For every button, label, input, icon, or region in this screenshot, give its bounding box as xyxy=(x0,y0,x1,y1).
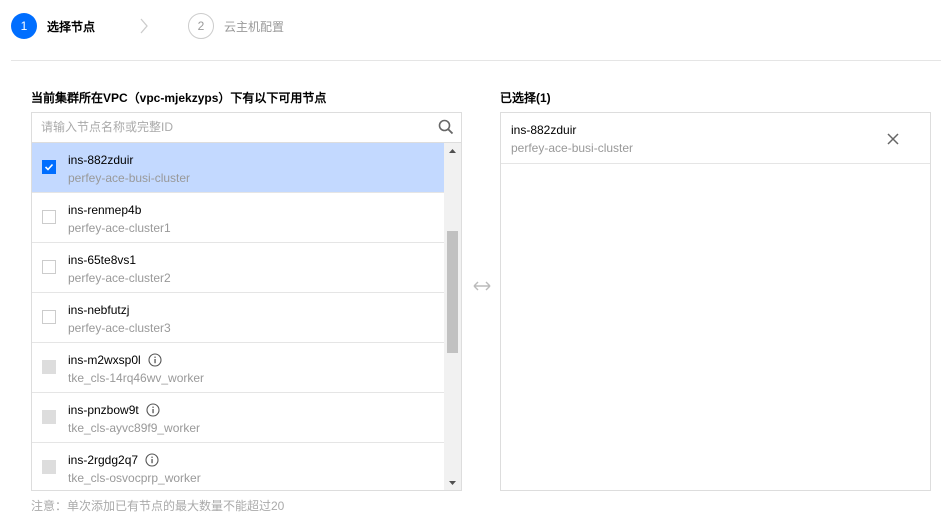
list-item: ins-m2wxsp0l tke_cls-14rq46wv_worker xyxy=(32,343,444,393)
step-2-label: 云主机配置 xyxy=(224,19,285,34)
step-indicator: 1 选择节点 2 云主机配置 xyxy=(11,12,284,40)
node-list: ins-882zduir perfey-ace-busi-cluster ins… xyxy=(32,143,444,490)
node-name: ins-renmep4b xyxy=(68,203,142,217)
swap-arrow-icon xyxy=(471,278,493,294)
list-scrollbar[interactable] xyxy=(444,143,461,490)
node-name-row: ins-m2wxsp0l xyxy=(68,353,162,367)
checkbox[interactable] xyxy=(42,260,56,274)
selected-item: ins-882zduir perfey-ace-busi-cluster xyxy=(501,113,930,164)
step-1-label: 选择节点 xyxy=(47,19,96,34)
node-name: ins-nebfutzj xyxy=(68,303,130,317)
selected-node-name: ins-882zduir xyxy=(511,123,577,137)
node-name-row: ins-2rgdg2q7 xyxy=(68,453,159,467)
available-nodes-panel: ins-882zduir perfey-ace-busi-cluster ins… xyxy=(31,112,462,491)
node-name: ins-2rgdg2q7 xyxy=(68,453,139,467)
node-name: ins-m2wxsp0l xyxy=(68,353,141,367)
node-cluster: perfey-ace-cluster1 xyxy=(68,221,171,235)
scroll-down-arrow-icon[interactable] xyxy=(444,474,461,490)
node-cluster: perfey-ace-cluster2 xyxy=(68,271,171,285)
node-cluster: tke_cls-14rq46wv_worker xyxy=(68,371,205,385)
info-icon[interactable] xyxy=(146,403,160,417)
checkbox-disabled xyxy=(42,360,56,374)
list-item: ins-2rgdg2q7 tke_cls-osvocprp_worker xyxy=(32,443,444,490)
scroll-thumb[interactable] xyxy=(447,231,458,353)
chevron-right-icon xyxy=(130,12,158,40)
scroll-up-arrow-icon[interactable] xyxy=(444,143,461,160)
node-cluster: tke_cls-osvocprp_worker xyxy=(68,471,201,485)
header-divider xyxy=(11,60,941,61)
node-cluster: perfey-ace-cluster3 xyxy=(68,321,171,335)
limit-note: 注意：单次添加已有节点的最大数量不能超过20 xyxy=(31,499,285,513)
list-item[interactable]: ins-882zduir perfey-ace-busi-cluster xyxy=(32,143,444,193)
checkbox-disabled xyxy=(42,460,56,474)
step-2-number: 2 xyxy=(188,13,215,39)
list-item: ins-pnzbow9t tke_cls-ayvc89f9_worker xyxy=(32,393,444,443)
info-icon[interactable] xyxy=(145,453,159,467)
node-name: ins-65te8vs1 xyxy=(68,253,137,267)
selected-title: 已选择(1) xyxy=(500,91,551,105)
checkbox-disabled xyxy=(42,410,56,424)
selected-node-cluster: perfey-ace-busi-cluster xyxy=(511,141,634,155)
step-1-number: 1 xyxy=(11,13,37,39)
list-item[interactable]: ins-nebfutzj perfey-ace-cluster3 xyxy=(32,293,444,343)
node-cluster: perfey-ace-busi-cluster xyxy=(68,171,191,185)
close-icon[interactable] xyxy=(887,132,899,145)
search-icon[interactable] xyxy=(438,119,454,135)
info-icon[interactable] xyxy=(148,353,162,367)
checkbox[interactable] xyxy=(42,210,56,224)
available-nodes-title: 当前集群所在VPC（vpc-mjekzyps）下有以下可用节点 xyxy=(31,91,327,105)
search-box xyxy=(32,113,461,143)
node-name: ins-882zduir xyxy=(68,153,134,167)
node-cluster: tke_cls-ayvc89f9_worker xyxy=(68,421,201,435)
node-name: ins-pnzbow9t xyxy=(68,403,139,417)
selected-nodes-panel: ins-882zduir perfey-ace-busi-cluster xyxy=(500,112,931,491)
list-item[interactable]: ins-renmep4b perfey-ace-cluster1 xyxy=(32,193,444,243)
search-input[interactable] xyxy=(32,113,431,141)
node-name-row: ins-pnzbow9t xyxy=(68,403,160,417)
list-item[interactable]: ins-65te8vs1 perfey-ace-cluster2 xyxy=(32,243,444,293)
checkbox[interactable] xyxy=(42,160,56,174)
checkbox[interactable] xyxy=(42,310,56,324)
